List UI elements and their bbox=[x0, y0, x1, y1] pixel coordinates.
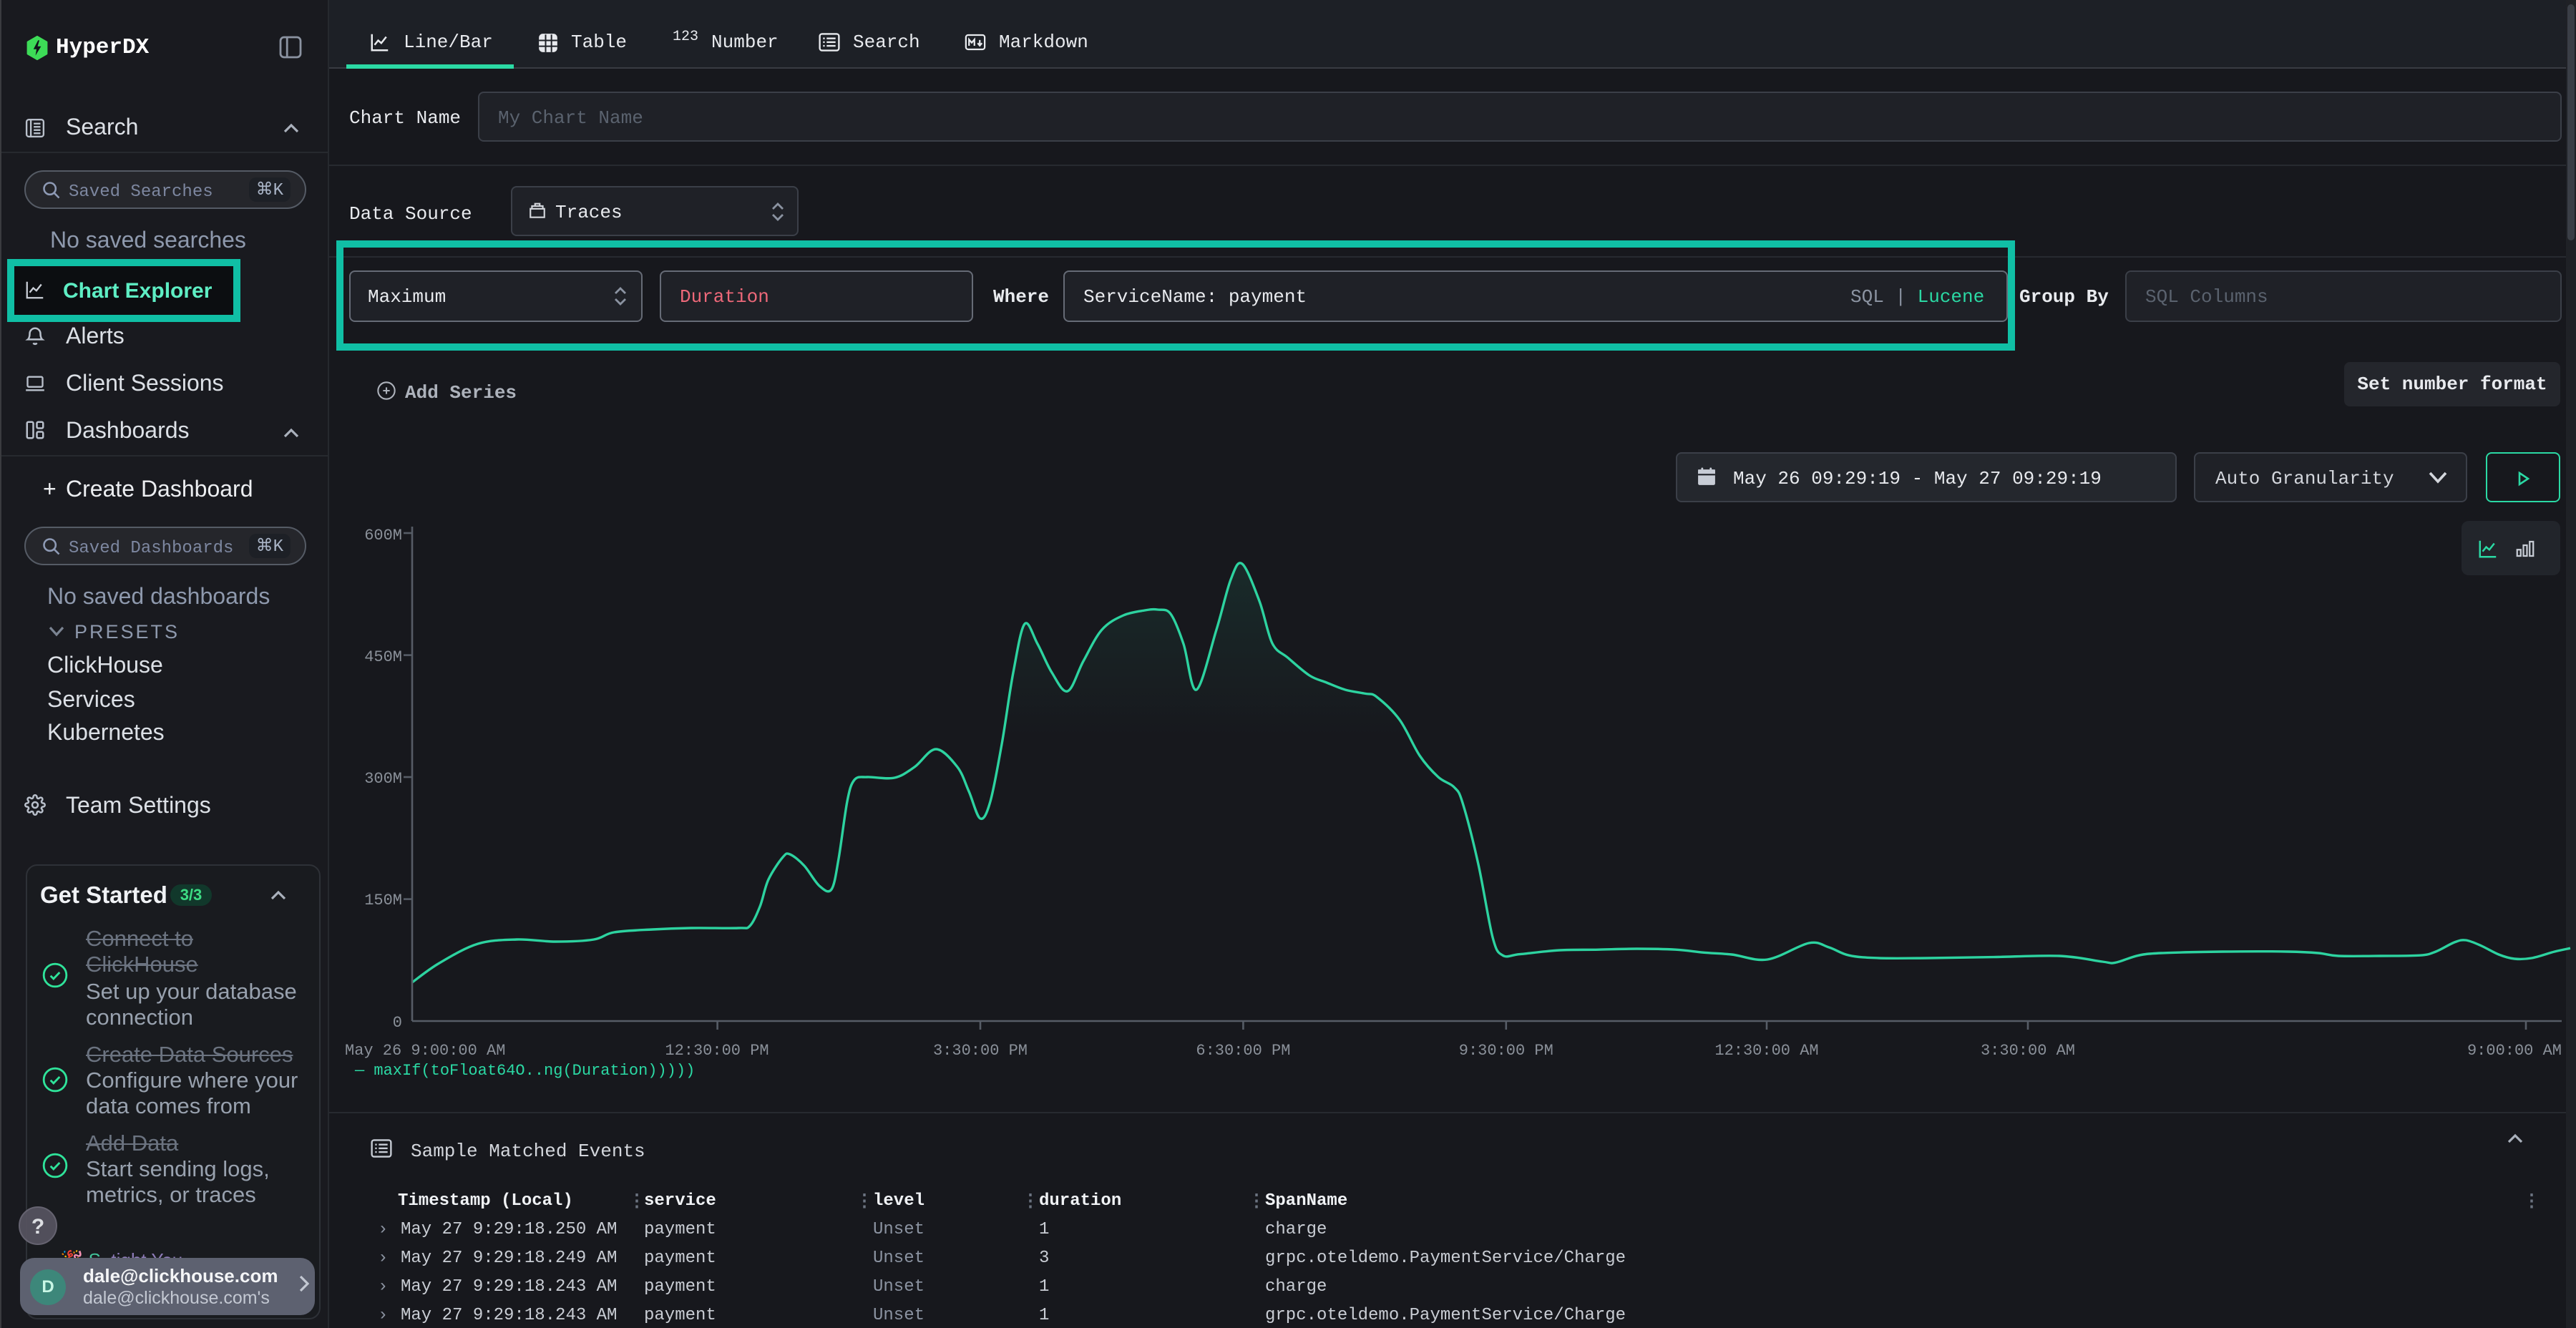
svg-text:12:30:00 PM: 12:30:00 PM bbox=[665, 1042, 769, 1060]
svg-text:3:30:00 PM: 3:30:00 PM bbox=[933, 1042, 1028, 1060]
svg-text:May 26 9:00:00 AM: May 26 9:00:00 AM bbox=[345, 1042, 505, 1060]
svg-text:450M: 450M bbox=[364, 648, 402, 666]
svg-text:150M: 150M bbox=[364, 892, 402, 909]
svg-text:9:00:00 AM: 9:00:00 AM bbox=[2467, 1042, 2562, 1060]
svg-text:300M: 300M bbox=[364, 770, 402, 788]
svg-text:6:30:00 PM: 6:30:00 PM bbox=[1196, 1042, 1290, 1060]
svg-text:12:30:00 AM: 12:30:00 AM bbox=[1714, 1042, 1818, 1060]
svg-text:600M: 600M bbox=[364, 527, 402, 545]
svg-text:9:30:00 PM: 9:30:00 PM bbox=[1459, 1042, 1553, 1060]
svg-text:0: 0 bbox=[393, 1014, 402, 1032]
svg-text:3:30:00 AM: 3:30:00 AM bbox=[1981, 1042, 2075, 1060]
